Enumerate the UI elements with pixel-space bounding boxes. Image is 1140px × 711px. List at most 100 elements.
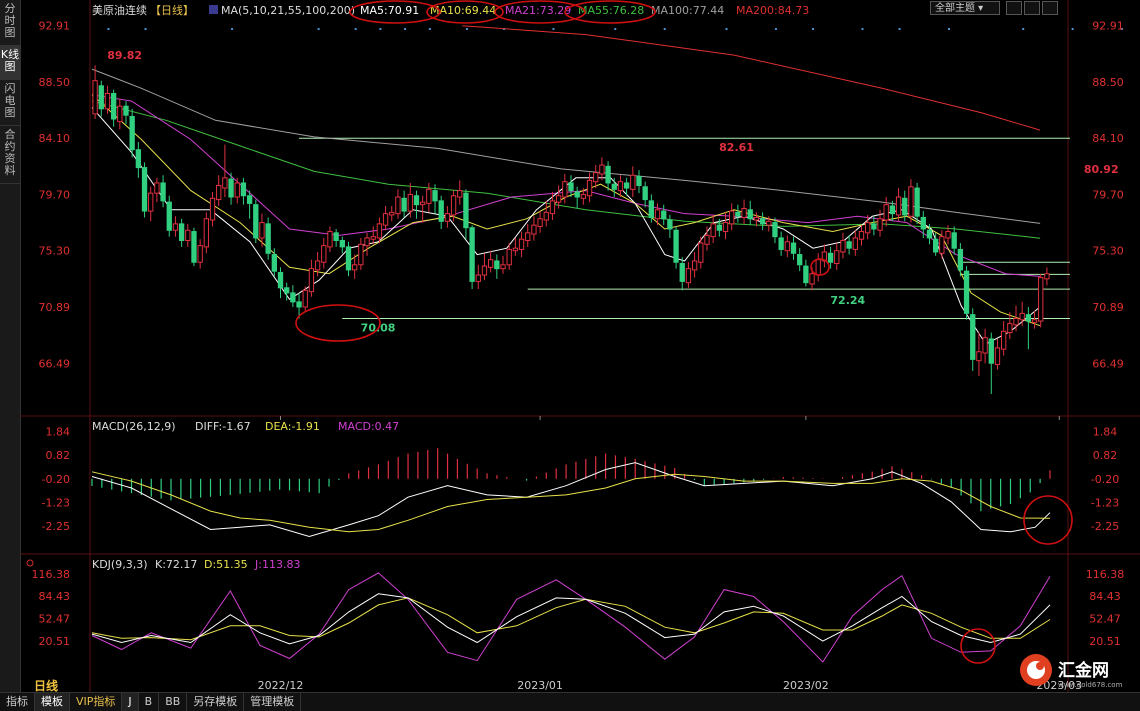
candle <box>191 227 197 267</box>
candle <box>636 170 642 194</box>
signal-dot <box>465 28 468 30</box>
candle <box>339 236 345 254</box>
candle <box>753 212 760 227</box>
indicator-tab[interactable]: 指标 <box>0 693 35 711</box>
template-tab[interactable]: 模板 <box>35 693 70 711</box>
b-tab[interactable]: B <box>139 693 160 711</box>
bb-tab[interactable]: BB <box>159 693 188 711</box>
candle <box>314 252 321 277</box>
kdj-title: KDJ(9,3,3) <box>92 558 148 571</box>
kdj-ytick-left: 84.43 <box>39 590 71 603</box>
candle-body <box>630 174 636 190</box>
candle-body <box>494 260 500 270</box>
candle <box>846 235 852 255</box>
main-ytick-left: 79.70 <box>39 188 71 201</box>
candle <box>815 253 821 282</box>
theme-select[interactable]: 全部主题 ▾ <box>930 1 1000 15</box>
main-ytick-right: 79.70 <box>1092 188 1124 201</box>
manage-template-tab[interactable]: 管理模板 <box>244 693 302 711</box>
chart-canvas[interactable]: 美原油连续 【日线】 MA(5,10,21,55,100,200) MA5:70.91… <box>20 0 1140 692</box>
candle-body <box>846 241 852 249</box>
candle <box>1031 310 1038 329</box>
candle-body <box>920 216 926 230</box>
sidebar-item-contract-info[interactable]: 合约资料 <box>0 126 20 184</box>
candle <box>710 214 716 244</box>
signal-dot <box>898 28 901 30</box>
candle <box>852 230 858 256</box>
candle <box>469 225 475 290</box>
window-maximize-button[interactable] <box>1024 1 1040 15</box>
candle-body <box>939 236 945 254</box>
candle-body <box>481 265 488 276</box>
candle-body <box>333 232 339 241</box>
candle-body <box>277 271 284 289</box>
candle-body <box>358 243 364 266</box>
candle-body <box>970 314 976 360</box>
candle-body <box>450 195 457 216</box>
candle-body <box>679 263 685 282</box>
candle <box>277 267 284 299</box>
candle <box>685 262 692 288</box>
window-restore-button[interactable] <box>1006 1 1022 15</box>
candle <box>166 195 172 237</box>
candle <box>487 250 494 273</box>
candle <box>98 80 104 117</box>
candle <box>531 216 537 241</box>
candle-body <box>327 231 333 248</box>
candle <box>259 213 265 247</box>
candle <box>759 212 766 231</box>
candle <box>1038 273 1044 328</box>
signal-dot <box>317 28 320 30</box>
candle <box>951 226 957 255</box>
candle <box>290 285 296 307</box>
ma-line-ma5 <box>91 107 1041 345</box>
price-annotation-0: 89.82 <box>107 49 142 62</box>
candle <box>871 216 877 236</box>
candle-body <box>753 216 760 221</box>
candle <box>617 175 624 198</box>
candle-body <box>623 182 630 189</box>
candle-body <box>605 165 611 184</box>
main-ytick-right: 66.49 <box>1092 357 1124 370</box>
candle <box>642 181 648 208</box>
candle <box>333 228 339 247</box>
candle <box>407 182 413 218</box>
candle <box>834 243 840 270</box>
candle-body <box>290 292 296 303</box>
sidebar-item-kline[interactable]: K线图 <box>0 46 20 80</box>
candle-body <box>228 178 234 198</box>
candle-body <box>1044 273 1050 280</box>
signal-dot <box>404 28 407 30</box>
main-ytick-right: 70.89 <box>1092 301 1124 314</box>
candle <box>537 211 543 233</box>
kdj-ytick-right: 116.38 <box>1086 568 1125 581</box>
candle <box>574 186 580 209</box>
sidebar-item-lightning[interactable]: 闪电图 <box>0 80 20 126</box>
candle-body <box>636 176 642 187</box>
ma-value-4: MA100:77.44 <box>651 4 724 17</box>
candle-body <box>741 208 747 218</box>
candle <box>438 195 444 229</box>
ma-value-5: MA200:84.73 <box>736 4 809 17</box>
candle-body <box>148 192 154 212</box>
signal-dot <box>1022 28 1025 30</box>
candle <box>957 243 964 277</box>
j-tab[interactable]: J <box>122 693 139 711</box>
candle <box>345 241 352 277</box>
candle-body <box>704 234 710 245</box>
signal-dot <box>107 28 110 30</box>
candle <box>599 157 605 181</box>
candle-body <box>216 185 222 201</box>
candle <box>593 165 599 189</box>
logo-text: 汇金网 <box>1058 660 1109 681</box>
vip-indicator-tab[interactable]: VIP指标 <box>70 693 123 711</box>
window-grid-button[interactable] <box>1042 1 1058 15</box>
kdj-ytick-left: 52.47 <box>39 613 71 626</box>
sidebar-item-timeshare[interactable]: 分时图 <box>0 0 20 46</box>
candle-body <box>1025 314 1032 322</box>
macd-ytick-right: -1.23 <box>1091 497 1119 510</box>
candle-body <box>827 252 834 263</box>
candle-body <box>364 237 370 247</box>
candle <box>970 308 976 371</box>
save-template-tab[interactable]: 另存模板 <box>187 693 245 711</box>
